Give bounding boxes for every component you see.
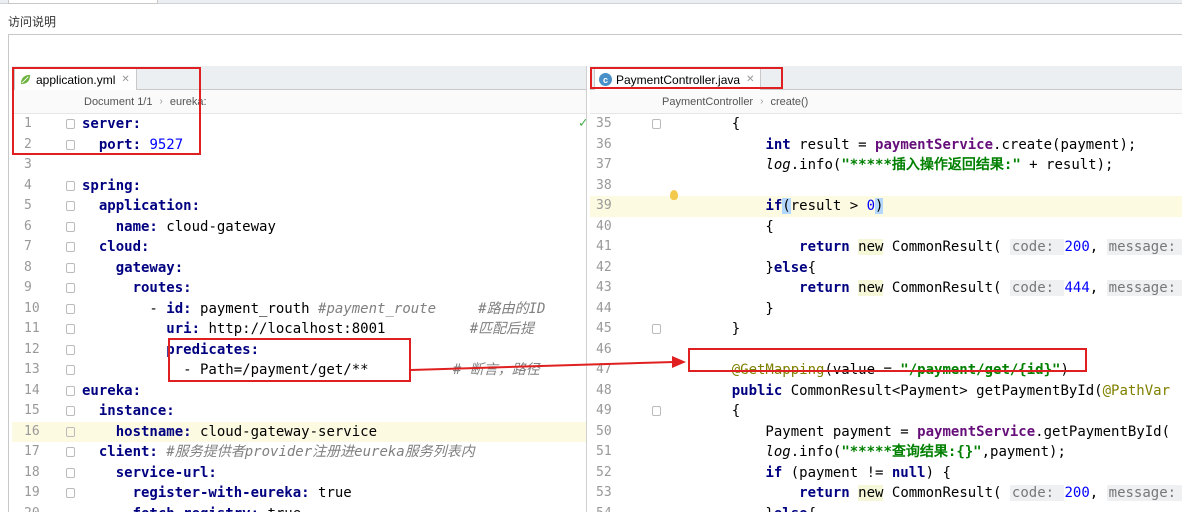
annotation-arrow [410, 356, 686, 371]
